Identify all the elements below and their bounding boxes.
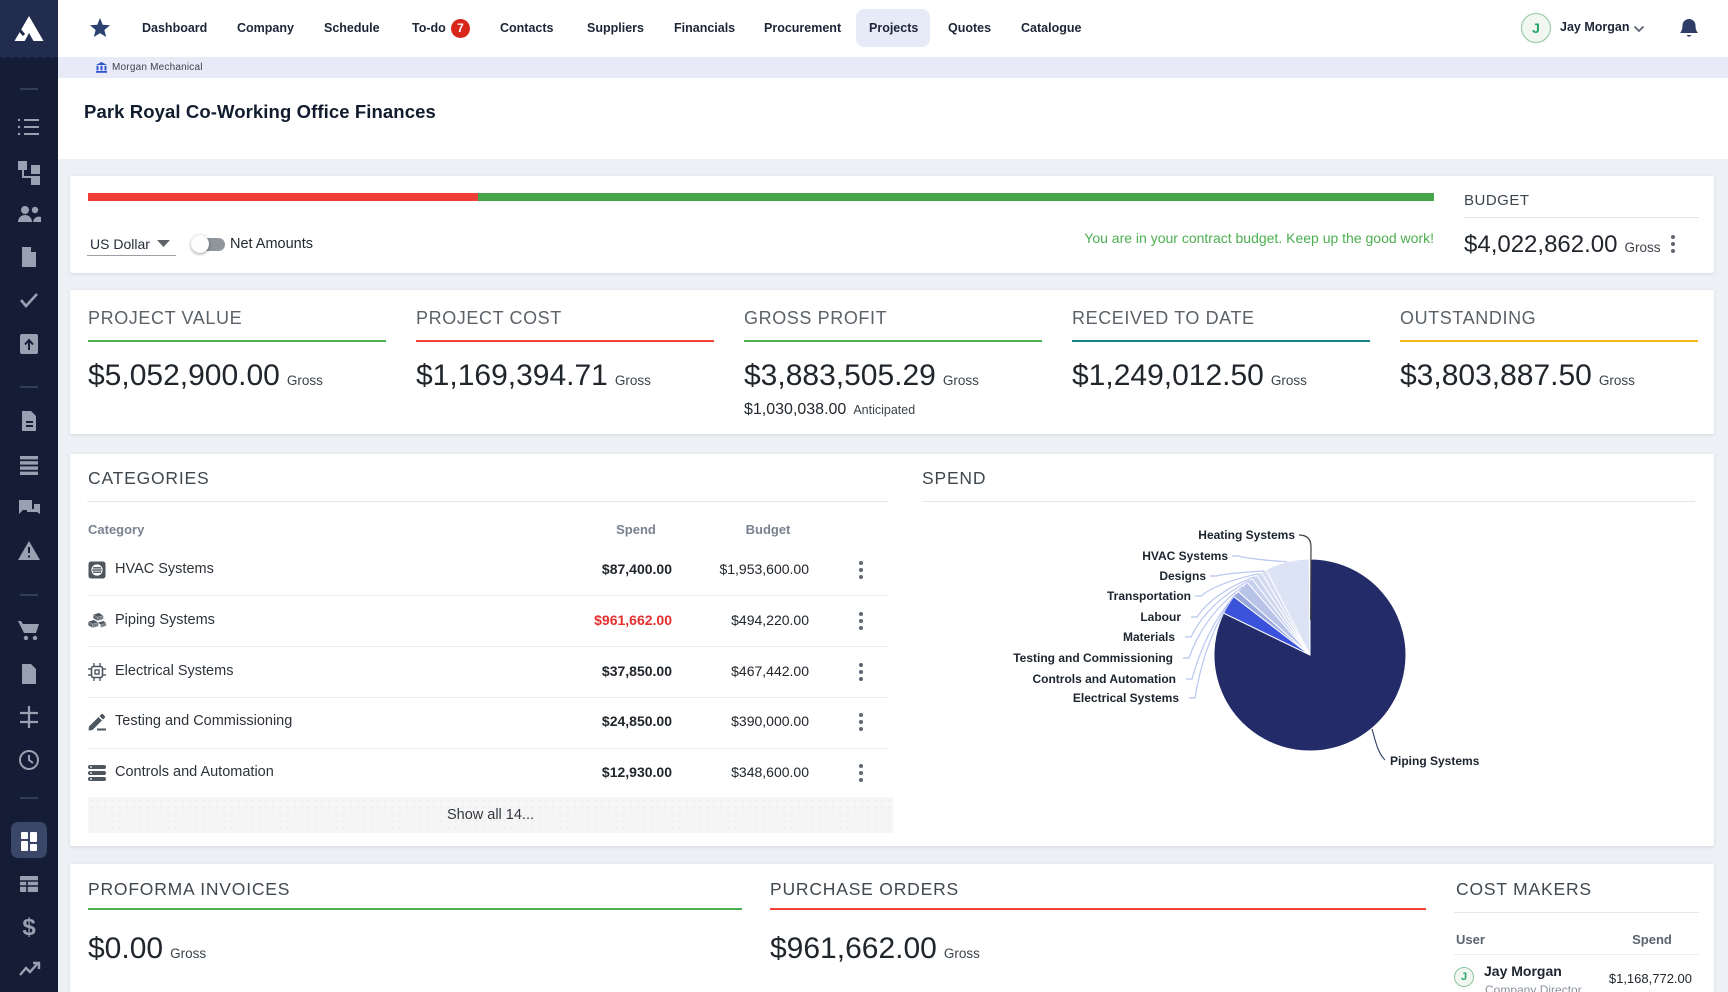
- svg-text:$: $: [22, 914, 36, 941]
